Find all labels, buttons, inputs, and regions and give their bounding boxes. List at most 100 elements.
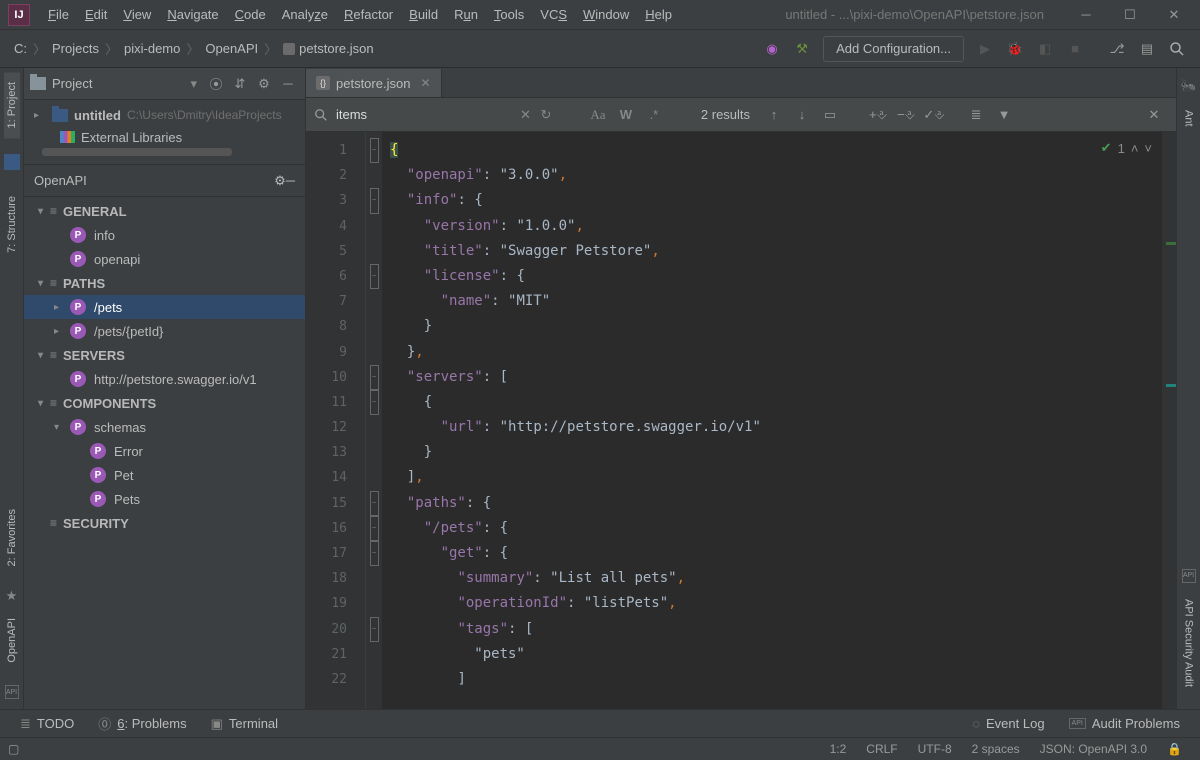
close-tab-icon[interactable]: ✕ [420, 76, 430, 90]
close-window-button[interactable]: ✕ [1152, 1, 1196, 29]
lock-icon[interactable]: 🔒 [1157, 742, 1192, 756]
schema-error[interactable]: PError [24, 439, 305, 463]
structure-toolwindow-tab[interactable]: 7: Structure [4, 186, 20, 263]
terminal-tab[interactable]: ▣Terminal [199, 710, 290, 737]
select-all-icon[interactable]: ▭ [816, 103, 844, 127]
caret-position[interactable]: 1:2 [820, 742, 857, 756]
schema-pet[interactable]: PPet [24, 463, 305, 487]
menu-analyze[interactable]: Analyze [274, 3, 336, 26]
match-case-icon[interactable]: Aa [585, 103, 611, 127]
bottom-tool-stripe: ≣TODO ⓪6: Problems ▣Terminal ◌Event Log … [0, 709, 1200, 737]
error-stripe[interactable] [1162, 132, 1176, 709]
menu-run[interactable]: Run [446, 3, 486, 26]
breadcrumb-root[interactable]: C: [8, 39, 33, 58]
item-schemas[interactable]: ▾Pschemas [24, 415, 305, 439]
openapi-toolwindow-tab[interactable]: OpenAPI [4, 608, 20, 673]
folder-icon [30, 77, 46, 90]
hide-icon[interactable]: ─ [286, 173, 295, 188]
external-libraries[interactable]: External Libraries [24, 126, 305, 148]
stop-icon[interactable]: ■ [1061, 35, 1089, 63]
menu-file[interactable]: File [40, 3, 77, 26]
debug-icon[interactable]: 🐞 [1001, 35, 1029, 63]
run-icon[interactable]: ▶ [971, 35, 999, 63]
menu-view[interactable]: View [115, 3, 159, 26]
problems-tab[interactable]: ⓪6: Problems [86, 710, 198, 737]
select-occurrences-icon[interactable]: ✓⎀ [920, 103, 948, 127]
project-toolwindow-tab[interactable]: 1: Project [4, 72, 20, 138]
item-info[interactable]: Pinfo [24, 223, 305, 247]
breadcrumb-item[interactable]: pixi-demo [118, 39, 186, 58]
menu-build[interactable]: Build [401, 3, 446, 26]
group-security[interactable]: ▾≡SECURITY [24, 511, 305, 535]
minimize-button[interactable]: ─ [1064, 1, 1108, 29]
group-components[interactable]: ▾≡COMPONENTS [24, 391, 305, 415]
next-match-icon[interactable]: ↓ [788, 103, 816, 127]
item-openapi[interactable]: Popenapi [24, 247, 305, 271]
maximize-button[interactable]: ☐ [1108, 1, 1152, 29]
schema-pets[interactable]: PPets [24, 487, 305, 511]
group-general[interactable]: ▾≡GENERAL [24, 199, 305, 223]
editor-tab[interactable]: {} petstore.json ✕ [306, 69, 442, 97]
horizontal-scrollbar[interactable] [42, 148, 232, 156]
menu-tools[interactable]: Tools [486, 3, 532, 26]
menu-refactor[interactable]: Refactor [336, 3, 401, 26]
regex-icon[interactable]: .* [641, 103, 667, 127]
menu-code[interactable]: Code [227, 3, 274, 26]
history-icon[interactable]: ↻ [533, 103, 559, 127]
group-servers[interactable]: ▾≡SERVERS [24, 343, 305, 367]
event-log-tab[interactable]: ◌Event Log [960, 710, 1056, 737]
inspection-indicator[interactable]: ✔ 1 ˄ ˅ [1101, 140, 1152, 156]
api-security-tab[interactable]: API Security Audit [1181, 589, 1197, 697]
menu-navigate[interactable]: Navigate [159, 3, 226, 26]
structure-icon[interactable]: ▤ [1133, 35, 1161, 63]
ant-toolwindow-tab[interactable]: Ant [1181, 100, 1197, 137]
project-root[interactable]: ▸ untitled C:\Users\Dmitry\IdeaProjects [24, 104, 305, 126]
menu-vcs[interactable]: VCS [532, 3, 575, 26]
settings-icon[interactable]: ≣ [962, 103, 990, 127]
group-paths[interactable]: ▾≡PATHS [24, 271, 305, 295]
file-language[interactable]: JSON: OpenAPI 3.0 [1030, 742, 1157, 756]
gear-icon[interactable]: ⚙ [253, 73, 275, 95]
add-selection-icon[interactable]: +⎀ [864, 103, 892, 127]
breadcrumb-item[interactable]: OpenAPI [199, 39, 264, 58]
audit-problems-tab[interactable]: APIAudit Problems [1057, 710, 1192, 737]
hide-icon[interactable]: ─ [277, 73, 299, 95]
find-input[interactable] [336, 107, 512, 122]
indent-setting[interactable]: 2 spaces [962, 742, 1030, 756]
item-server[interactable]: Phttp://petstore.swagger.io/v1 [24, 367, 305, 391]
todo-tab[interactable]: ≣TODO [8, 710, 86, 737]
prev-match-icon[interactable]: ↑ [760, 103, 788, 127]
menu-edit[interactable]: Edit [77, 3, 115, 26]
add-configuration-button[interactable]: Add Configuration... [823, 36, 964, 62]
code-editor[interactable]: 12345678910111213141516171819202122 −−−−… [306, 132, 1176, 709]
favorites-toolwindow-tab[interactable]: 2: Favorites [4, 499, 20, 576]
locate-icon[interactable]: ⦿ [205, 73, 227, 95]
clear-search-icon[interactable]: ✕ [520, 107, 531, 123]
item-pets-id[interactable]: ▸P/pets/{petId} [24, 319, 305, 343]
close-findbar-icon[interactable]: ✕ [1140, 103, 1168, 127]
remove-selection-icon[interactable]: −⎀ [892, 103, 920, 127]
item-pets[interactable]: ▸P/pets [24, 295, 305, 319]
search-everywhere-icon[interactable] [1163, 35, 1191, 63]
statusbar-icon[interactable]: ▢ [8, 742, 19, 756]
gear-icon[interactable]: ⚙ [274, 173, 286, 189]
chevron-down-icon[interactable]: ˅ [1144, 141, 1152, 156]
vcs-icon[interactable]: ⎇ [1103, 35, 1131, 63]
coverage-icon[interactable]: ◧ [1031, 35, 1059, 63]
file-encoding[interactable]: UTF-8 [908, 742, 962, 756]
words-icon[interactable]: W [613, 103, 639, 127]
hammer-icon[interactable]: ⚒ [788, 35, 816, 63]
project-tree[interactable]: ▸ untitled C:\Users\Dmitry\IdeaProjects … [24, 100, 305, 165]
menu-window[interactable]: Window [575, 3, 637, 26]
expand-all-icon[interactable]: ⇵ [229, 73, 251, 95]
menu-help[interactable]: Help [637, 3, 680, 26]
breadcrumb-file[interactable]: petstore.json [277, 39, 379, 58]
project-toolwindow-icon [4, 154, 20, 170]
filter-icon[interactable]: ▼ [990, 103, 1018, 127]
fold-gutter[interactable]: −−−−−−−−− [366, 132, 382, 709]
chevron-up-icon[interactable]: ˄ [1131, 141, 1139, 156]
breadcrumb-item[interactable]: Projects [46, 39, 105, 58]
api-icon: API [1182, 569, 1196, 583]
line-separator[interactable]: CRLF [856, 742, 907, 756]
plugin-icon[interactable]: ◉ [758, 35, 786, 63]
